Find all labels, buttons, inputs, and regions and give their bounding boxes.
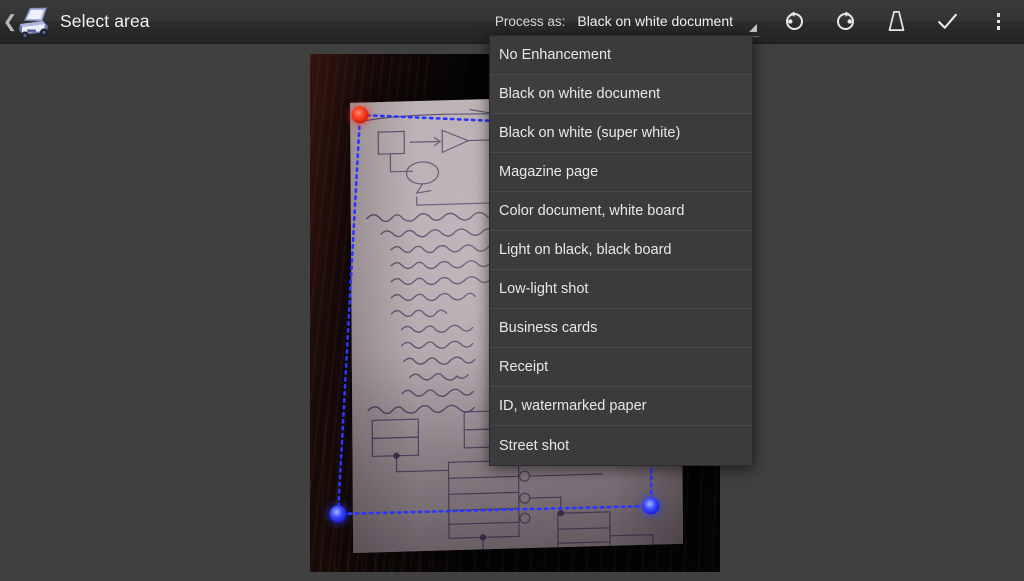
menu-item-black-on-white-super-white[interactable]: Black on white (super white)	[490, 114, 752, 153]
process-as-label: Process as:	[494, 14, 566, 29]
menu-item-light-on-black-black-board[interactable]: Light on black, black board	[490, 231, 752, 270]
page-title: Select area	[60, 11, 150, 31]
menu-item-id-watermarked-paper[interactable]: ID, watermarked paper	[490, 387, 752, 426]
confirm-button[interactable]	[922, 0, 973, 44]
menu-item-low-light-shot[interactable]: Low-light shot	[490, 270, 752, 309]
process-as-dropdown-menu: No Enhancement Black on white document B…	[489, 35, 753, 466]
menu-item-business-cards[interactable]: Business cards	[490, 309, 752, 348]
menu-item-no-enhancement[interactable]: No Enhancement	[490, 36, 752, 75]
trapezoid-perspective-icon	[888, 11, 905, 31]
menu-item-color-document-white-board[interactable]: Color document, white board	[490, 192, 752, 231]
process-as-value: Black on white document	[577, 13, 733, 29]
rotate-clockwise-icon	[837, 11, 854, 30]
dropdown-triangle-icon	[749, 23, 757, 32]
rotate-right-button[interactable]	[820, 0, 871, 44]
overflow-menu-button[interactable]	[973, 0, 1024, 44]
checkmark-icon	[938, 13, 957, 29]
scanner-icon	[14, 2, 54, 42]
menu-item-receipt[interactable]: Receipt	[490, 348, 752, 387]
menu-item-black-on-white-document[interactable]: Black on white document	[490, 75, 752, 114]
menu-item-magazine-page[interactable]: Magazine page	[490, 153, 752, 192]
rotate-left-button[interactable]	[769, 0, 820, 44]
app-root: ❮ Select area Process as: Black on white…	[0, 0, 1024, 581]
rotate-counterclockwise-icon	[786, 11, 803, 30]
actionbar-buttons	[769, 0, 1024, 44]
process-as-spinner[interactable]: Black on white document	[577, 7, 759, 37]
menu-item-street-shot[interactable]: Street shot	[490, 426, 752, 465]
more-vertical-dots-icon	[996, 13, 1001, 30]
perspective-correct-button[interactable]	[871, 0, 922, 44]
